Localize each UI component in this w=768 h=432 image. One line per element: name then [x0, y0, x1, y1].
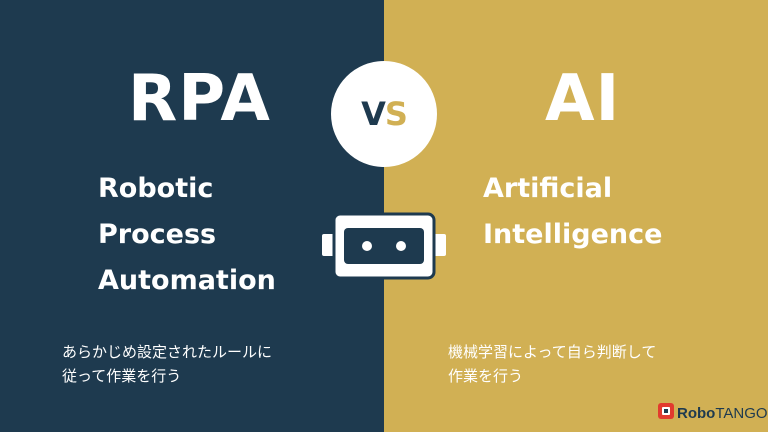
ai-subtitle: Artificial Intelligence — [483, 166, 662, 258]
brand-name-bold: Robo — [677, 404, 716, 422]
rpa-description: あらかじめ設定されたルールに 従って作業を行う — [62, 340, 272, 388]
robot-face-icon — [322, 212, 446, 284]
brand-name-light: TANGO — [715, 404, 768, 422]
rpa-subtitle-line: Automation — [98, 265, 276, 296]
rpa-subtitle-line: Process — [98, 219, 217, 250]
ai-subtitle-line: Intelligence — [483, 219, 663, 250]
vs-badge: VS — [331, 61, 437, 167]
ai-subtitle-line: Artificial — [483, 173, 613, 204]
vs-letter-s: S — [384, 95, 408, 133]
rpa-subtitle: Robotic Process Automation — [98, 166, 276, 304]
ai-title: AI — [545, 62, 621, 136]
vs-letter-v: V — [361, 95, 386, 133]
ai-description-line: 機械学習によって自ら判断して — [448, 343, 657, 361]
rpa-title: RPA — [128, 62, 271, 136]
rpa-description-line: 従って作業を行う — [62, 367, 182, 385]
ai-description: 機械学習によって自ら判断して 作業を行う — [448, 340, 656, 388]
rpa-description-line: あらかじめ設定されたルールに — [62, 343, 273, 361]
robotango-logo-icon — [658, 403, 674, 423]
ai-description-line: 作業を行う — [448, 367, 524, 385]
brand-logo: RoboTANGO — [658, 403, 768, 423]
rpa-subtitle-line: Robotic — [98, 173, 214, 204]
